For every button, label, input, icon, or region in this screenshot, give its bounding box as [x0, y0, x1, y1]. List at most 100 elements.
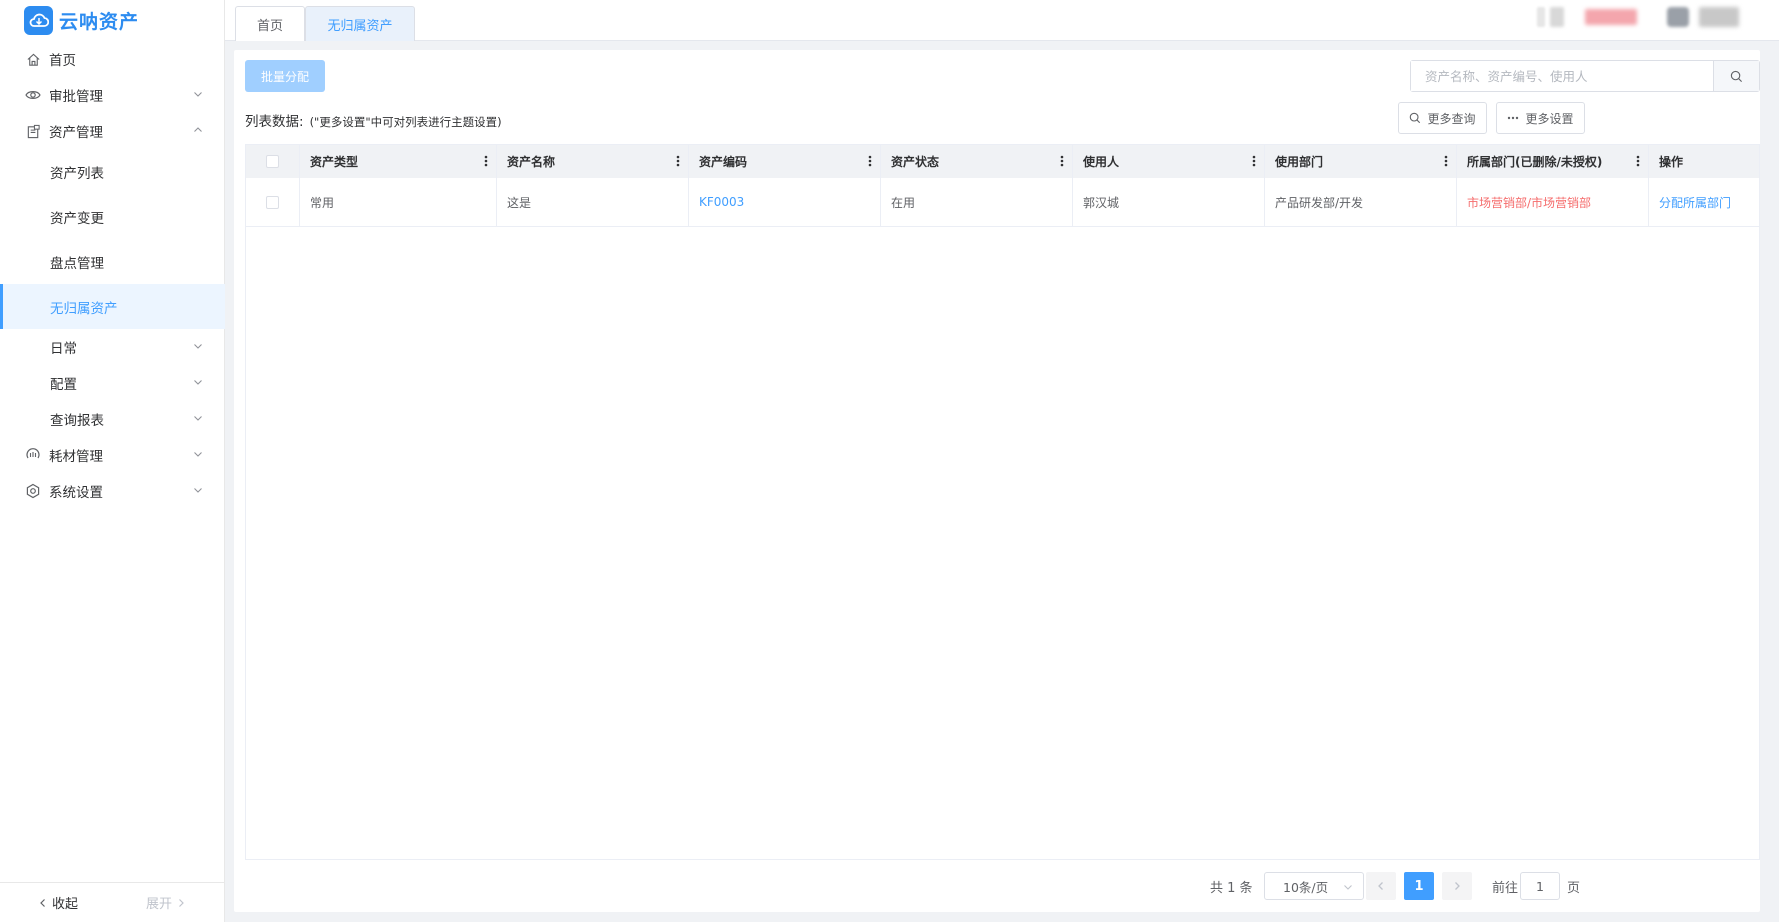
expand-label: 展开: [145, 897, 172, 912]
cell-asset-status: 在用: [881, 178, 1073, 226]
sidebar-item-asset-management[interactable]: 资产管理: [0, 113, 225, 149]
cell-actions: 分配所属部门: [1649, 178, 1759, 226]
main-panel: 批量分配 列表数据:("更多设置"中可对列表进行主题设置) 更多查询 更多设置 …: [234, 50, 1760, 912]
asset-code-link[interactable]: KF0003: [699, 195, 744, 209]
tab-home[interactable]: 首页: [235, 6, 305, 41]
chevron-down-icon: [194, 92, 202, 97]
list-hint: ("更多设置"中可对列表进行主题设置): [309, 115, 502, 129]
search-button[interactable]: [1713, 61, 1759, 91]
row-checkbox-cell: [246, 178, 300, 226]
asset-icon: [24, 122, 42, 140]
column-header[interactable]: 资产名称: [497, 145, 689, 178]
row-checkbox[interactable]: [266, 195, 279, 209]
list-label: 列表数据:: [245, 114, 304, 130]
sidebar-item-asset-change[interactable]: 资产变更: [0, 194, 225, 239]
sidebar-item-approval[interactable]: 审批管理: [0, 77, 225, 113]
sidebar-item-label: 盘点管理: [50, 255, 104, 272]
sidebar-item-asset-list[interactable]: 资产列表: [0, 149, 225, 194]
column-header-label: 操作: [1659, 155, 1684, 169]
chevron-up-icon: [194, 127, 202, 132]
page-size-value: 10条/页: [1283, 879, 1329, 895]
sidebar-footer: 收起 展开: [0, 882, 225, 922]
more-settings-label: 更多设置: [1525, 111, 1574, 126]
goto-page-input[interactable]: [1520, 872, 1560, 900]
table-row[interactable]: 常用 这是 KF0003 在用 郭汉城 产品研发部/开发 市场营销部/市场营销部…: [246, 178, 1759, 227]
cloud-logo-icon: [24, 5, 53, 35]
tab-unassigned-assets[interactable]: 无归属资产: [305, 6, 415, 41]
column-header: 操作: [1649, 145, 1759, 178]
sidebar-item-system-settings[interactable]: 系统设置: [0, 473, 225, 509]
chevron-left-icon: [40, 898, 45, 907]
column-header[interactable]: 资产编码: [689, 145, 881, 178]
asset-table: 资产类型 资产名称 资产编码 资产状态 使用人 使用部门 所属部门(已删除/未授…: [245, 144, 1760, 860]
sidebar-item-label: 日常: [50, 341, 77, 357]
avatar[interactable]: [1667, 7, 1689, 27]
blurred-user-name[interactable]: [1699, 7, 1739, 27]
chevron-right-icon: [179, 898, 184, 907]
page-number-button[interactable]: 1: [1404, 872, 1434, 900]
column-header[interactable]: 使用人: [1073, 145, 1265, 178]
column-header[interactable]: 资产状态: [881, 145, 1073, 178]
sidebar-item-label: 配置: [50, 377, 77, 393]
search-input[interactable]: [1411, 61, 1713, 91]
tab-label: 首页: [256, 18, 283, 34]
sidebar-item-consumables[interactable]: 耗材管理: [0, 437, 225, 473]
page-unit-label: 页: [1567, 880, 1581, 896]
sidebar-item-inventory[interactable]: 盘点管理: [0, 239, 225, 284]
more-settings-button[interactable]: 更多设置: [1496, 102, 1585, 134]
select-all-checkbox[interactable]: [266, 155, 279, 168]
sidebar-item-label: 无归属资产: [50, 300, 118, 317]
page-size-select[interactable]: 10条/页: [1264, 872, 1364, 900]
sidebar-item-unassigned-assets[interactable]: 无归属资产: [0, 284, 225, 329]
more-query-button[interactable]: 更多查询: [1398, 102, 1487, 134]
column-menu-icon[interactable]: [676, 154, 680, 168]
sidebar-item-config[interactable]: 配置: [0, 365, 225, 401]
gear-icon: [24, 482, 42, 500]
chevron-right-icon: [1455, 882, 1460, 890]
column-header-label: 资产名称: [507, 155, 556, 169]
column-header-label: 资产类型: [310, 155, 359, 169]
goto-label: 前往: [1492, 880, 1519, 896]
cell-asset-name: 这是: [497, 178, 689, 226]
sidebar-menu: 首页 审批管理 资产管理 资产列表 资产变更 盘点管理 无归属资产 日常 配置 …: [0, 41, 225, 509]
more-icon: [1508, 116, 1519, 120]
blurred-user-area: [1537, 7, 1545, 27]
list-label-row: 列表数据: ("更多设置"中可对列表进行主题设置): [245, 110, 502, 130]
cell-asset-type: 常用: [300, 178, 497, 226]
search-box: [1410, 60, 1760, 92]
eye-icon: [24, 86, 42, 104]
topbar: 首页 无归属资产: [225, 0, 1779, 41]
assign-dept-link[interactable]: 分配所属部门: [1659, 194, 1731, 211]
column-header[interactable]: 所属部门(已删除/未授权): [1457, 145, 1649, 178]
column-header[interactable]: 资产类型: [300, 145, 497, 178]
column-menu-icon[interactable]: [1252, 154, 1256, 168]
next-page-button[interactable]: [1442, 872, 1472, 900]
consumable-icon: [24, 446, 42, 464]
column-header[interactable]: 使用部门: [1265, 145, 1457, 178]
column-menu-icon[interactable]: [1060, 154, 1064, 168]
batch-assign-button[interactable]: 批量分配: [245, 60, 325, 92]
prev-page-button[interactable]: [1366, 872, 1396, 900]
sidebar-item-label: 资产列表: [50, 165, 104, 182]
app-logo[interactable]: 云呐资产: [24, 5, 140, 35]
column-menu-icon[interactable]: [868, 154, 872, 168]
sidebar-item-label: 资产管理: [49, 125, 103, 141]
column-header-label: 资产状态: [891, 155, 940, 169]
cell-asset-code: KF0003: [689, 178, 881, 226]
collapse-button[interactable]: 收起: [0, 893, 112, 912]
sidebar-item-label: 查询报表: [50, 413, 104, 429]
app-name: 云呐资产: [59, 10, 140, 33]
sidebar-item-home[interactable]: 首页: [0, 41, 225, 77]
sidebar-item-reports[interactable]: 查询报表: [0, 401, 225, 437]
search-icon: [1730, 70, 1743, 82]
tab-label: 无归属资产: [327, 18, 393, 34]
column-menu-icon[interactable]: [484, 154, 488, 168]
chevron-down-icon: [1344, 885, 1352, 890]
column-menu-icon[interactable]: [1444, 154, 1448, 168]
search-icon: [1410, 112, 1421, 124]
chevron-down-icon: [194, 344, 202, 349]
expand-button[interactable]: 展开: [112, 893, 224, 912]
chevron-left-icon: [1378, 882, 1383, 890]
column-menu-icon[interactable]: [1636, 154, 1640, 168]
sidebar-item-daily[interactable]: 日常: [0, 329, 225, 365]
